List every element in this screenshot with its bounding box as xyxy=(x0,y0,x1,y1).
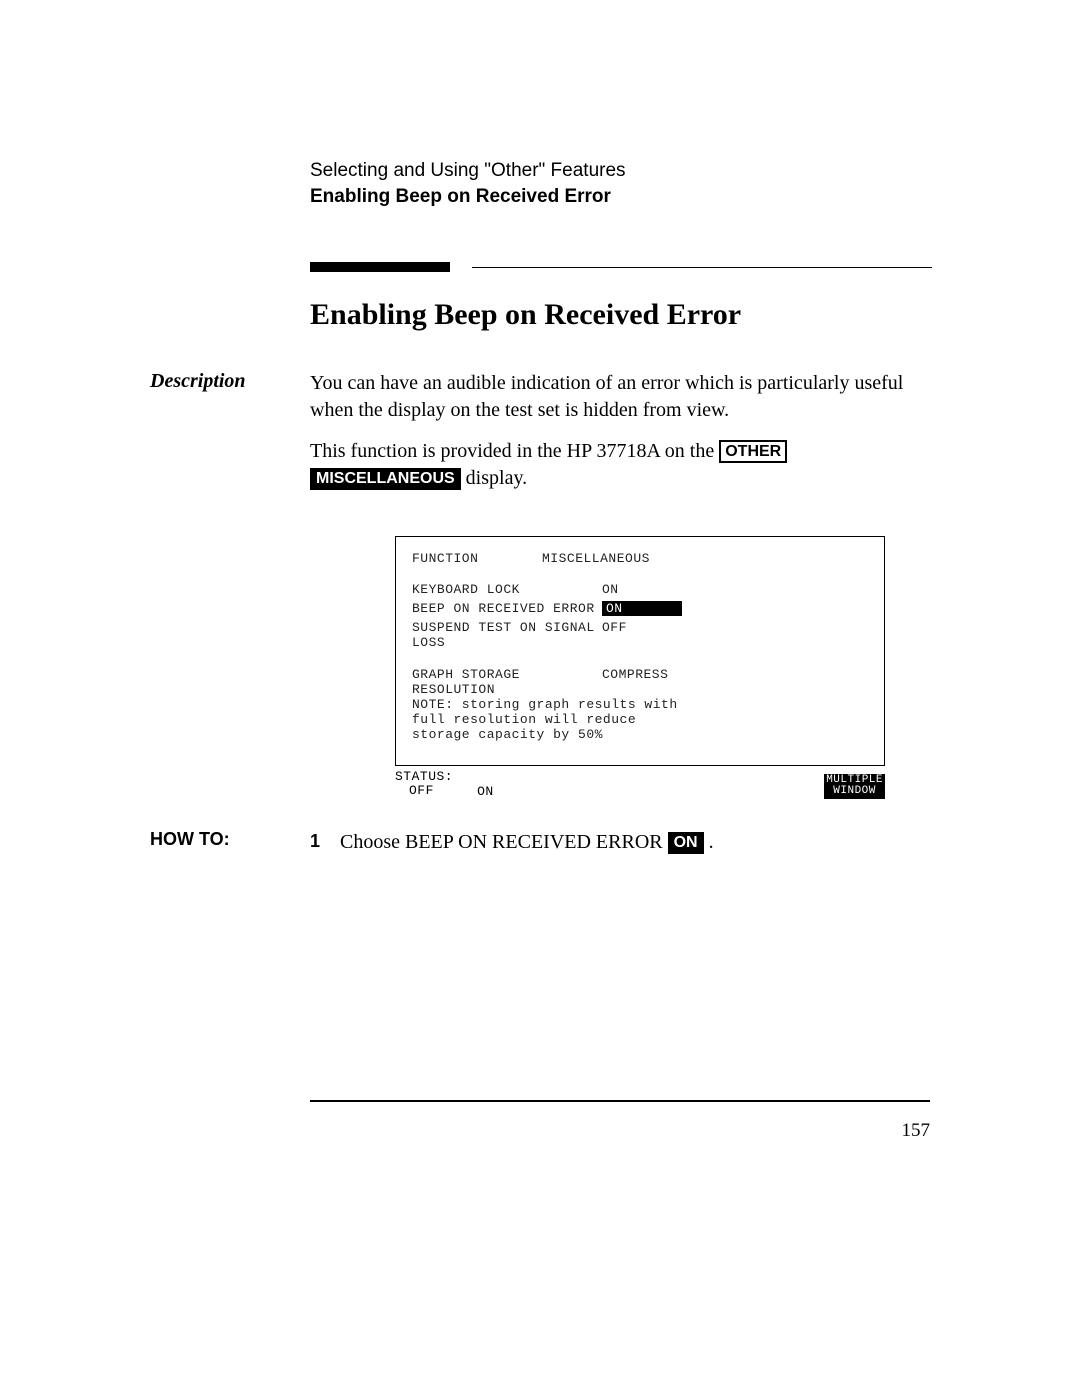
thin-rule xyxy=(472,267,932,269)
header-chapter: Selecting and Using "Other" Features xyxy=(310,160,950,182)
description-body: You can have an audible indication of an… xyxy=(310,370,950,506)
lcd-screenshot: FUNCTION MISCELLANEOUS KEYBOARD LOCK ON … xyxy=(395,536,885,799)
footer-rule xyxy=(310,1100,930,1102)
lcd-keyboard-lock-label: KEYBOARD LOCK xyxy=(412,582,602,597)
lcd-keyboard-lock-value: ON xyxy=(602,582,619,597)
section-title: Enabling Beep on Received Error xyxy=(310,298,950,332)
header-section: Enabling Beep on Received Error xyxy=(310,186,950,208)
step-text: Choose BEEP ON RECEIVED ERROR ON . xyxy=(340,829,714,856)
running-header: Selecting and Using "Other" Features Ena… xyxy=(310,160,950,208)
lcd-function-label: FUNCTION xyxy=(412,551,542,566)
lcd-graph-label: GRAPH STORAGE RESOLUTION xyxy=(412,668,602,698)
description-para2: This function is provided in the HP 3771… xyxy=(310,438,950,492)
softkey-on: ON xyxy=(477,771,494,799)
lcd-suspend-value: OFF xyxy=(602,620,627,650)
lcd-graph-block: GRAPH STORAGE RESOLUTION COMPRESS NOTE: … xyxy=(412,668,868,743)
lcd-function-value: MISCELLANEOUS xyxy=(542,551,650,566)
miscellaneous-key: MISCELLANEOUS xyxy=(310,468,461,490)
thick-rule xyxy=(310,262,450,272)
howto-label: HOW TO: xyxy=(150,829,310,856)
lcd-beep-label: BEEP ON RECEIVED ERROR xyxy=(412,601,602,616)
step-number: 1 xyxy=(310,829,340,856)
lcd-status: STATUS: OFF xyxy=(395,770,453,799)
page-content: Selecting and Using "Other" Features Ena… xyxy=(150,160,950,856)
howto-block: HOW TO: 1 Choose BEEP ON RECEIVED ERROR … xyxy=(150,829,950,856)
lcd-beep-value: ON xyxy=(602,601,682,616)
description-block: Description You can have an audible indi… xyxy=(150,370,950,506)
section-divider xyxy=(310,258,950,276)
on-key: ON xyxy=(668,832,704,854)
description-label: Description xyxy=(150,370,310,506)
softkey-multiple-window: MULTIPLE WINDOW xyxy=(824,774,885,799)
lcd-softkey-row: STATUS: OFF ON MULTIPLE WINDOW xyxy=(395,770,885,799)
howto-body: 1 Choose BEEP ON RECEIVED ERROR ON . xyxy=(310,829,950,856)
page-number: 157 xyxy=(310,1120,930,1142)
lcd-suspend-label: SUSPEND TEST ON SIGNAL LOSS xyxy=(412,620,602,650)
softkey-off: OFF xyxy=(395,784,453,798)
lcd-note: NOTE: storing graph results with full re… xyxy=(412,698,702,743)
other-key: OTHER xyxy=(719,440,787,463)
lcd-screen: FUNCTION MISCELLANEOUS KEYBOARD LOCK ON … xyxy=(395,536,885,766)
lcd-graph-value: COMPRESS xyxy=(602,668,668,698)
description-para1: You can have an audible indication of an… xyxy=(310,370,950,424)
